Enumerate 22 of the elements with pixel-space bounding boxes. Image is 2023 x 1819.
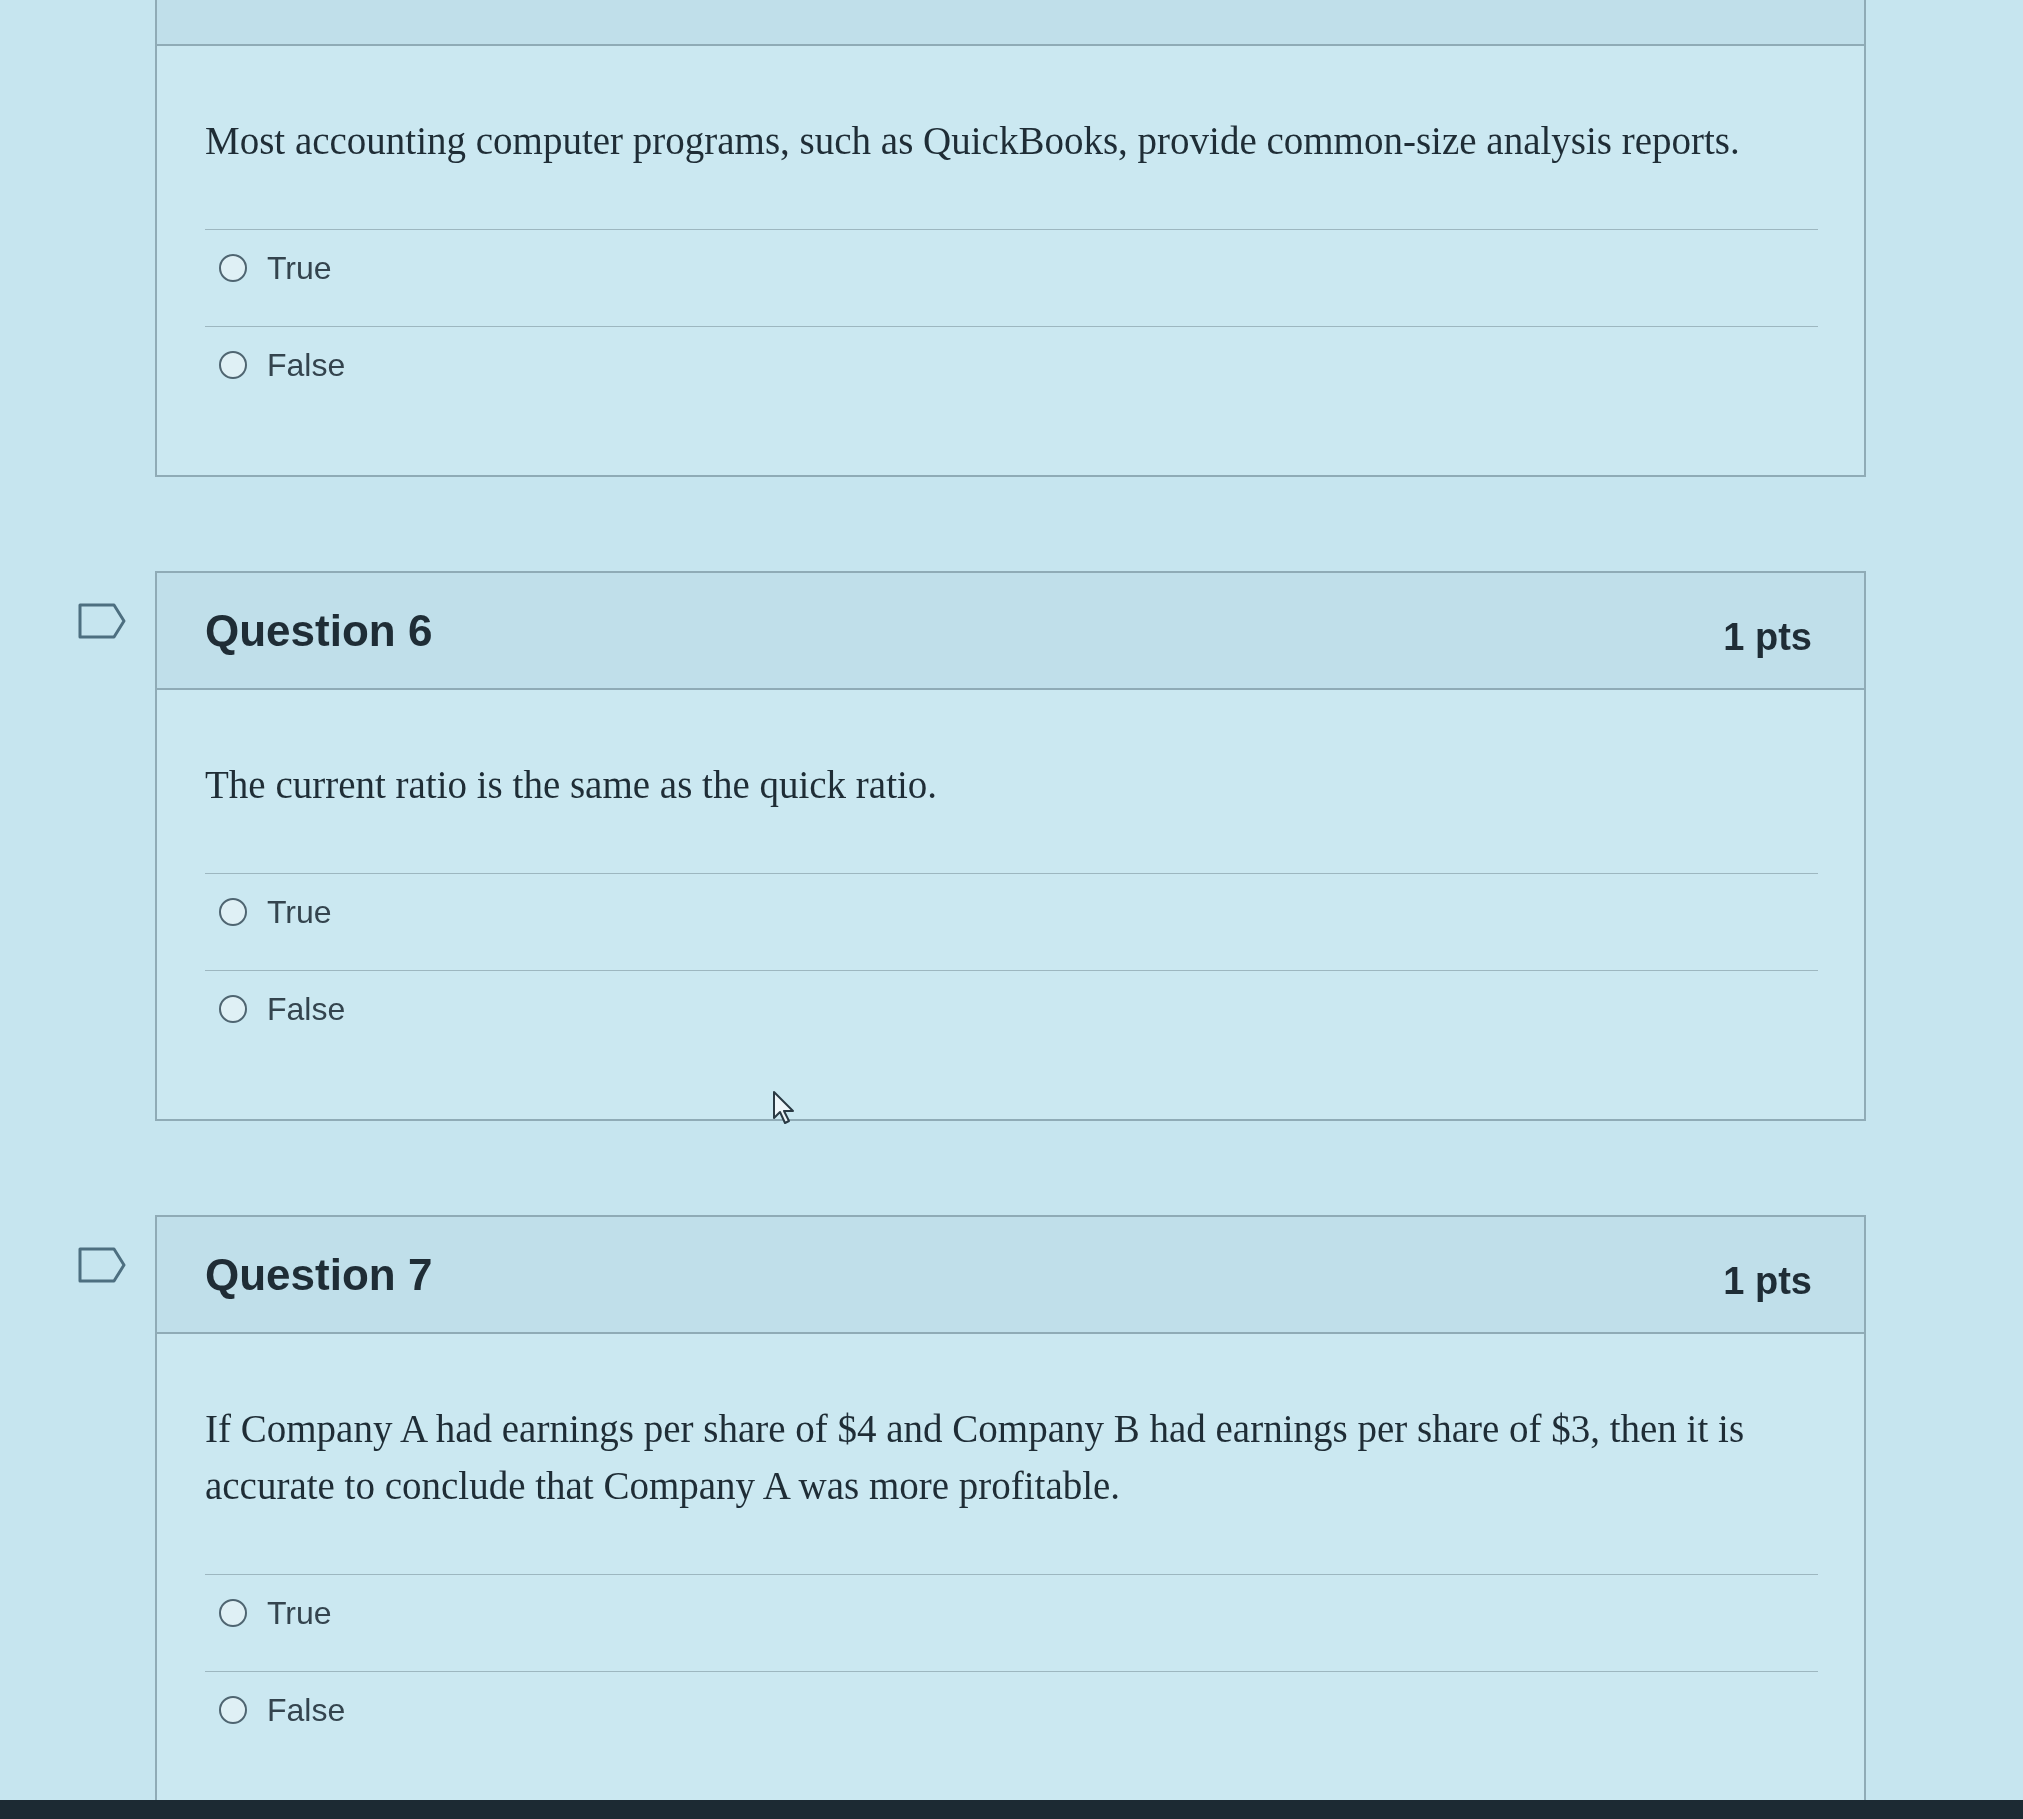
question-text: Most accounting computer programs, such as QuickBooks, provide common-size analysis reports. [205, 118, 1741, 165]
radio-button[interactable] [219, 254, 247, 282]
answer-label[interactable]: False [267, 1694, 346, 1726]
answer-label[interactable]: False [267, 349, 346, 381]
answer-label[interactable]: False [267, 993, 346, 1025]
mouse-pointer-icon [772, 1090, 796, 1126]
radio-button[interactable] [219, 1696, 247, 1724]
question-points: 1 pts [1723, 616, 1812, 659]
flag-icon[interactable] [78, 603, 126, 639]
radio-button[interactable] [219, 995, 247, 1023]
answer-label[interactable]: True [267, 1597, 332, 1629]
question-text: The current ratio is the same as the quick ratio. [205, 762, 939, 809]
question-title: Question 6 [205, 605, 433, 656]
answer-label[interactable]: True [267, 252, 332, 284]
question-title: Question 7 [205, 1249, 433, 1300]
answer-label[interactable]: True [267, 896, 332, 928]
radio-button[interactable] [219, 1599, 247, 1627]
question-points: 1 pts [1723, 1260, 1812, 1303]
question-text: If Company A had earnings per share of $4 and Company B had earnings per share of $3, then it is accurate to conclude that Company A was more profitable. [205, 1406, 1746, 1510]
flag-icon[interactable] [78, 1247, 126, 1283]
radio-button[interactable] [219, 351, 247, 379]
radio-button[interactable] [219, 898, 247, 926]
